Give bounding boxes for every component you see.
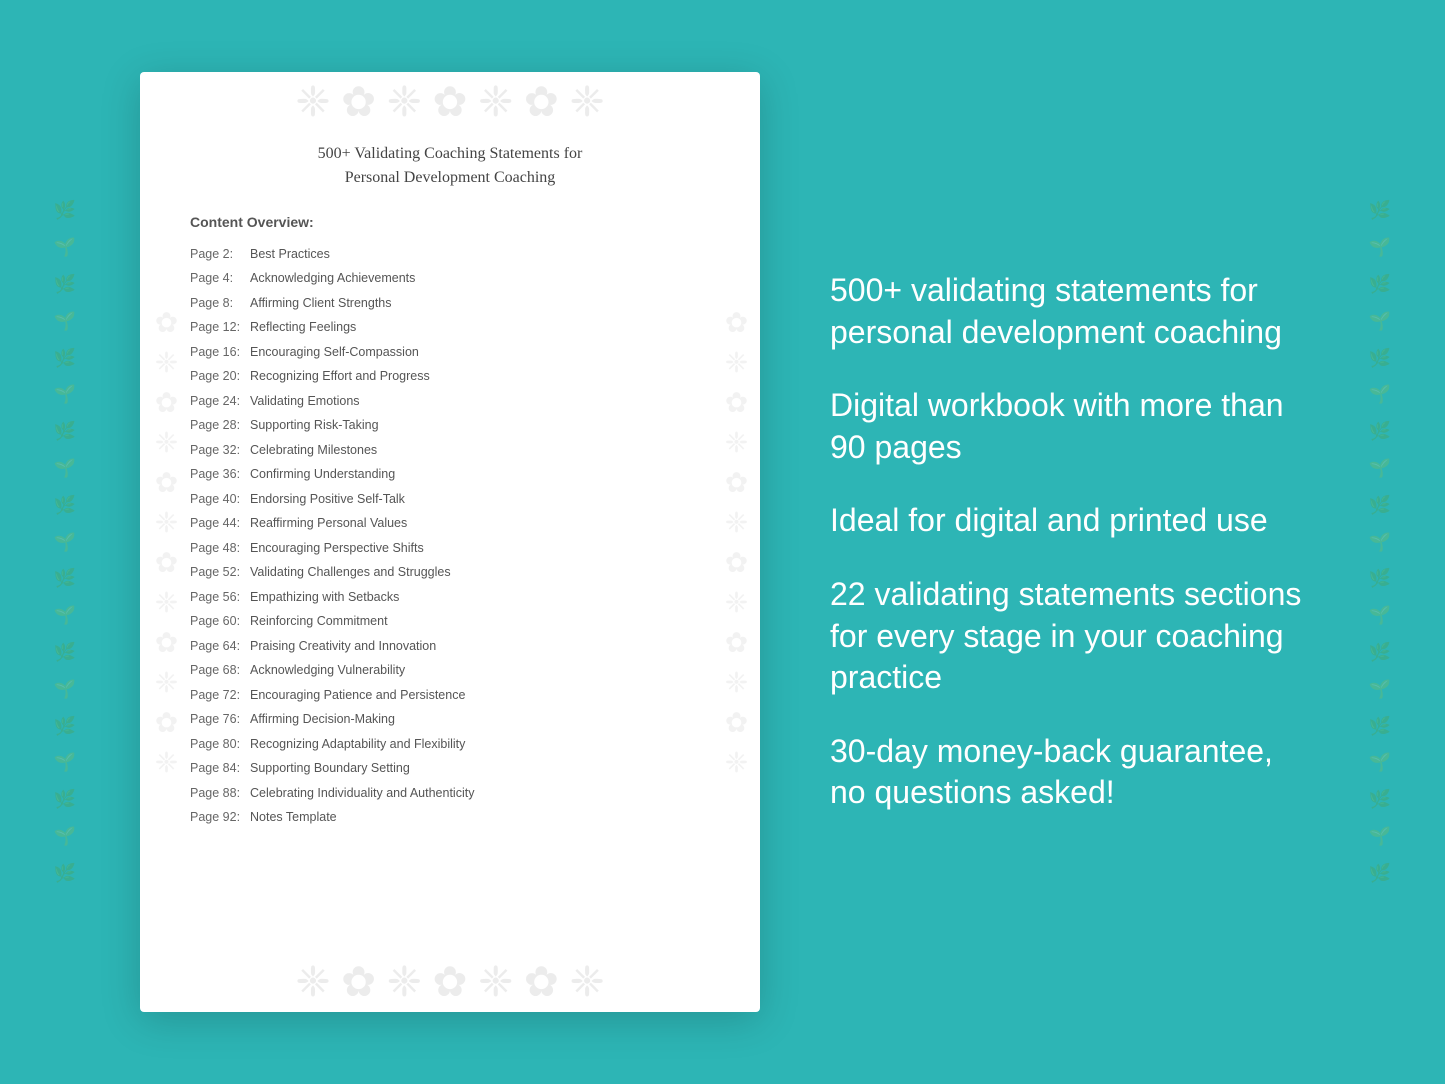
table-row: Page 36:Confirming Understanding: [190, 463, 710, 488]
table-row: Page 60:Reinforcing Commitment: [190, 610, 710, 635]
table-row: Page 64:Praising Creativity and Innovati…: [190, 634, 710, 659]
title-line1: 500+ Validating Coaching Statements for: [318, 145, 583, 162]
table-row: Page 72:Encouraging Patience and Persist…: [190, 683, 710, 708]
table-row: Page 32:Celebrating Milestones: [190, 438, 710, 463]
feature-text-5: 30-day money-back guarantee, no question…: [830, 731, 1305, 814]
table-row: Page 80:Recognizing Adaptability and Fle…: [190, 732, 710, 757]
table-row: Page 24:Validating Emotions: [190, 389, 710, 414]
table-of-contents: Page 2:Best PracticesPage 4:Acknowledgin…: [190, 242, 710, 830]
table-row: Page 28:Supporting Risk-Taking: [190, 414, 710, 439]
table-row: Page 68:Acknowledging Vulnerability: [190, 659, 710, 684]
table-row: Page 16:Encouraging Self-Compassion: [190, 340, 710, 365]
table-row: Page 20:Recognizing Effort and Progress: [190, 365, 710, 390]
feature-text-4: 22 validating statements sections for ev…: [830, 574, 1305, 699]
table-row: Page 8:Affirming Client Strengths: [190, 291, 710, 316]
table-row: Page 2:Best Practices: [190, 242, 710, 267]
feature-text-3: Ideal for digital and printed use: [830, 500, 1305, 542]
right-panel: 500+ validating statements for personal …: [820, 270, 1305, 814]
table-row: Page 56:Empathizing with Setbacks: [190, 585, 710, 610]
feature-text-1: 500+ validating statements for personal …: [830, 270, 1305, 353]
table-row: Page 92:Notes Template: [190, 806, 710, 831]
table-row: Page 12:Reflecting Feelings: [190, 316, 710, 341]
card-top-decoration: ❈ ✿ ❈ ✿ ❈ ✿ ❈: [140, 72, 760, 132]
table-row: Page 76:Affirming Decision-Making: [190, 708, 710, 733]
table-row: Page 52:Validating Challenges and Strugg…: [190, 561, 710, 586]
table-row: Page 44:Reaffirming Personal Values: [190, 512, 710, 537]
table-row: Page 88:Celebrating Individuality and Au…: [190, 781, 710, 806]
feature-text-2: Digital workbook with more than 90 pages: [830, 385, 1305, 468]
document-card: ❈ ✿ ❈ ✿ ❈ ✿ ❈ ✿ ❈ ✿ ❈ ✿ ❈ ✿ ❈ ✿ ❈ ✿ ❈ ✿ …: [140, 72, 760, 1012]
table-row: Page 4:Acknowledging Achievements: [190, 267, 710, 292]
card-right-decoration: ✿ ❈ ✿ ❈ ✿ ❈ ✿ ❈ ✿ ❈ ✿ ❈: [710, 152, 760, 932]
card-left-decoration: ✿ ❈ ✿ ❈ ✿ ❈ ✿ ❈ ✿ ❈ ✿ ❈: [140, 152, 190, 932]
table-row: Page 48:Encouraging Perspective Shifts: [190, 536, 710, 561]
card-bottom-decoration: ❈ ✿ ❈ ✿ ❈ ✿ ❈: [140, 952, 760, 1012]
table-row: Page 84:Supporting Boundary Setting: [190, 757, 710, 782]
main-layout: ❈ ✿ ❈ ✿ ❈ ✿ ❈ ✿ ❈ ✿ ❈ ✿ ❈ ✿ ❈ ✿ ❈ ✿ ❈ ✿ …: [0, 0, 1445, 1084]
document-title: 500+ Validating Coaching Statements for …: [190, 142, 710, 190]
table-row: Page 40:Endorsing Positive Self-Talk: [190, 487, 710, 512]
title-line2: Personal Development Coaching: [345, 169, 556, 186]
content-heading: Content Overview:: [190, 214, 710, 230]
